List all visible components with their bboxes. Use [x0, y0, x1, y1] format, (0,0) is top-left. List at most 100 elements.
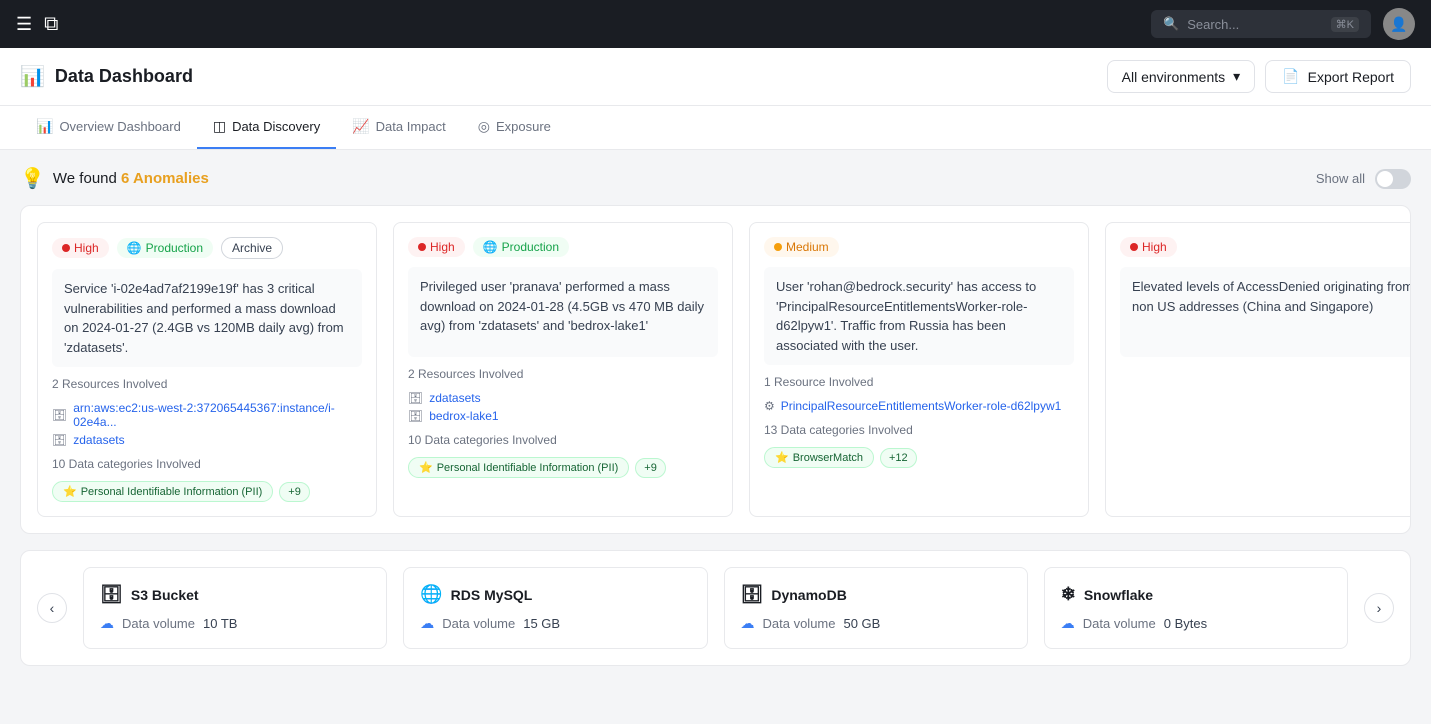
category-plus: +9	[279, 482, 310, 502]
resource-icon: 🗄	[52, 433, 67, 447]
tab-data-discovery-label: Data Discovery	[232, 119, 320, 134]
anomalies-header: 💡 We found 6 Anomalies Show all	[20, 166, 1411, 191]
anomalies-count: 6 Anomalies	[121, 170, 209, 187]
star-icon: ⭐	[775, 451, 789, 464]
ds-name: RDS MySQL	[451, 587, 533, 603]
card-resources: 🗄 arn:aws:ec2:us-west-2:372065445367:ins…	[52, 401, 362, 447]
s3-icon: 🗄	[100, 584, 123, 605]
data-impact-icon: 📈	[352, 118, 369, 135]
card-description: Privileged user 'pranava' performed a ma…	[408, 267, 718, 357]
data-sources-section: ‹ 🗄 S3 Bucket ☁ Data volume 10 TB 🌐 RDS …	[20, 550, 1411, 666]
card-badges: Medium	[764, 237, 1074, 257]
anomaly-card: High 🌐 Production Archive Service 'i-02e…	[37, 222, 377, 517]
severity-badge-high: High	[1120, 237, 1177, 257]
card-categories: ⭐ Personal Identifiable Information (PII…	[408, 457, 718, 478]
resource-icon: 🗄	[52, 408, 67, 422]
ds-name: Snowflake	[1084, 587, 1153, 603]
ds-volume: 50 GB	[843, 616, 880, 631]
snowflake-icon: ❄	[1061, 584, 1076, 605]
resource-link[interactable]: ⚙ PrincipalResourceEntitlementsWorker-ro…	[764, 399, 1074, 413]
production-icon: 🌐	[127, 241, 142, 255]
category-plus: +9	[635, 458, 666, 478]
category-tag: ⭐ Personal Identifiable Information (PII…	[52, 481, 273, 502]
tab-exposure[interactable]: ◎ Exposure	[462, 106, 567, 149]
env-badge-production: 🌐 Production	[117, 238, 213, 258]
show-all-switch[interactable]	[1375, 169, 1411, 189]
logo-icon: ⧉	[44, 13, 58, 36]
export-report-button[interactable]: 📄 Export Report	[1265, 60, 1411, 93]
hamburger-icon[interactable]: ☰	[16, 14, 32, 35]
card-description: User 'rohan@bedrock.security' has access…	[764, 267, 1074, 365]
environment-dropdown[interactable]: All environments ▾	[1107, 60, 1256, 93]
user-avatar[interactable]: 👤	[1383, 8, 1415, 40]
dot-red	[418, 243, 426, 251]
severity-badge-high: High	[408, 237, 465, 257]
anomalies-icon: 💡	[20, 166, 45, 191]
search-icon: 🔍	[1163, 16, 1179, 32]
severity-badge-high: High	[52, 238, 109, 258]
ds-card-header: 🌐 RDS MySQL	[420, 584, 690, 605]
resource-link[interactable]: 🗄 arn:aws:ec2:us-west-2:372065445367:ins…	[52, 401, 362, 429]
resource-link[interactable]: 🗄 zdatasets	[408, 391, 718, 405]
ds-volume: 0 Bytes	[1164, 616, 1207, 631]
page-title: Data Dashboard	[55, 66, 1097, 87]
resource-link[interactable]: 🗄 zdatasets	[52, 433, 362, 447]
resource-icon: ⚙	[764, 399, 775, 413]
ds-name: DynamoDB	[771, 587, 846, 603]
tab-overview-label: Overview Dashboard	[59, 119, 180, 134]
ds-volume: 10 TB	[203, 616, 237, 631]
tab-data-impact-label: Data Impact	[376, 119, 446, 134]
ds-volume-row: ☁ Data volume 50 GB	[741, 615, 1011, 632]
category-tag: ⭐ Personal Identifiable Information (PII…	[408, 457, 629, 478]
cloud-icon: ☁	[741, 615, 755, 632]
dot-red	[62, 244, 70, 252]
global-search[interactable]: 🔍 Search... ⌘K	[1151, 10, 1371, 38]
data-discovery-icon: ◫	[213, 118, 226, 135]
export-icon: 📄	[1282, 68, 1299, 85]
data-source-cards: 🗄 S3 Bucket ☁ Data volume 10 TB 🌐 RDS My…	[67, 567, 1364, 649]
categories-label: 10 Data categories Involved	[52, 457, 362, 471]
dot-red	[1130, 243, 1138, 251]
card-badges: High 🌐 Production	[408, 237, 718, 257]
next-button[interactable]: ›	[1364, 593, 1394, 623]
top-nav: ☰ ⧉ 🔍 Search... ⌘K 👤	[0, 0, 1431, 48]
anomaly-card: High Elevated levels of AccessDenied ori…	[1105, 222, 1411, 517]
resources-label: 1 Resource Involved	[764, 375, 1074, 389]
data-source-card: 🌐 RDS MySQL ☁ Data volume 15 GB	[403, 567, 707, 649]
ds-card-header: ❄ Snowflake	[1061, 584, 1331, 605]
card-categories: ⭐ BrowserMatch +12	[764, 447, 1074, 468]
production-icon: 🌐	[483, 240, 498, 254]
cloud-icon: ☁	[1061, 615, 1075, 632]
prev-button[interactable]: ‹	[37, 593, 67, 623]
ds-card-header: 🗄 DynamoDB	[741, 584, 1011, 605]
anomaly-card: Medium User 'rohan@bedrock.security' has…	[749, 222, 1089, 517]
data-source-card: ❄ Snowflake ☁ Data volume 0 Bytes	[1044, 567, 1348, 649]
exposure-icon: ◎	[478, 118, 490, 135]
card-badges: High 🌐 Production Archive	[52, 237, 362, 259]
show-all-toggle: Show all	[1316, 169, 1411, 189]
search-kbd: ⌘K	[1331, 17, 1359, 32]
chevron-down-icon: ▾	[1233, 68, 1240, 85]
tab-exposure-label: Exposure	[496, 119, 551, 134]
tab-data-discovery[interactable]: ◫ Data Discovery	[197, 106, 336, 149]
resource-icon: 🗄	[408, 391, 423, 405]
tab-overview[interactable]: 📊 Overview Dashboard	[20, 106, 197, 149]
search-placeholder: Search...	[1187, 17, 1239, 32]
ds-card-header: 🗄 S3 Bucket	[100, 584, 370, 605]
export-label: Export Report	[1308, 69, 1394, 85]
data-source-card: 🗄 S3 Bucket ☁ Data volume 10 TB	[83, 567, 387, 649]
tab-data-impact[interactable]: 📈 Data Impact	[336, 106, 462, 149]
severity-badge-medium: Medium	[764, 237, 839, 257]
ds-name: S3 Bucket	[131, 587, 199, 603]
star-icon: ⭐	[63, 485, 77, 498]
card-categories: ⭐ Personal Identifiable Information (PII…	[52, 481, 362, 502]
categories-label: 13 Data categories Involved	[764, 423, 1074, 437]
ds-volume: 15 GB	[523, 616, 560, 631]
cloud-icon: ☁	[420, 615, 434, 632]
card-resources: ⚙ PrincipalResourceEntitlementsWorker-ro…	[764, 399, 1074, 413]
resource-icon: 🗄	[408, 409, 423, 423]
archive-button[interactable]: Archive	[221, 237, 283, 259]
resource-link[interactable]: 🗄 bedrox-lake1	[408, 409, 718, 423]
card-resources: 🗄 zdatasets 🗄 bedrox-lake1	[408, 391, 718, 423]
anomaly-card: High 🌐 Production Privileged user 'prana…	[393, 222, 733, 517]
